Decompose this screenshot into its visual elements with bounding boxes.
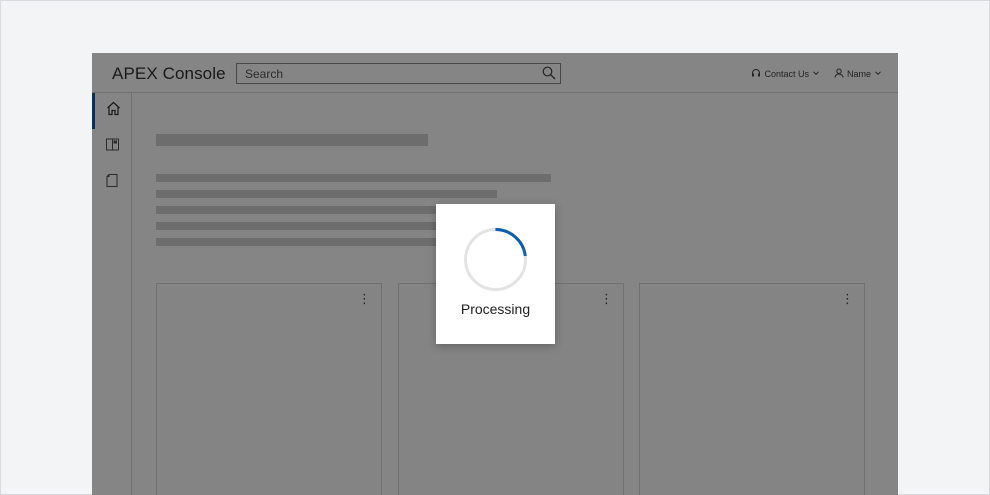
processing-dialog: Processing	[436, 204, 555, 344]
processing-label: Processing	[460, 301, 531, 317]
spinner-icon	[463, 227, 528, 297]
